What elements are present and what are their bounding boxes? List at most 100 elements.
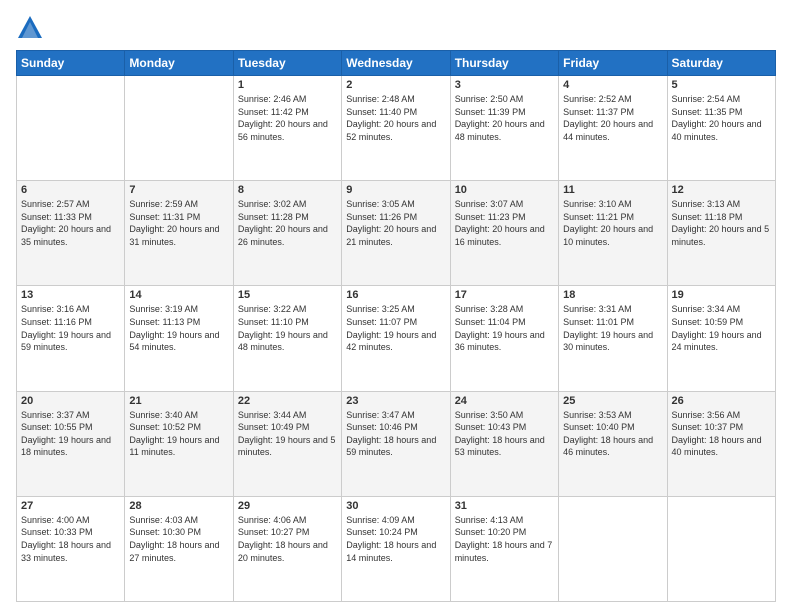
calendar-cell: 5 Sunrise: 2:54 AM Sunset: 11:35 PM Dayli… [667, 76, 775, 181]
day-info: Sunrise: 4:13 AM Sunset: 10:20 PM Daylig… [455, 514, 554, 564]
day-number: 7 [129, 184, 228, 196]
calendar-week-row: 6 Sunrise: 2:57 AM Sunset: 11:33 PM Dayli… [17, 181, 776, 286]
calendar-cell: 28Sunrise: 4:03 AM Sunset: 10:30 PM Dayl… [125, 496, 233, 601]
day-info: Sunrise: 3:44 AM Sunset: 10:49 PM Daylig… [238, 409, 337, 459]
day-number: 17 [455, 289, 554, 301]
day-number: 2 [346, 79, 445, 91]
day-info: Sunrise: 3:50 AM Sunset: 10:43 PM Daylig… [455, 409, 554, 459]
day-info: Sunrise: 2:59 AM Sunset: 11:31 PM Daylig… [129, 198, 228, 248]
calendar-day-header: Tuesday [233, 51, 341, 76]
day-info: Sunrise: 3:13 AM Sunset: 11:18 PM Daylig… [672, 198, 771, 248]
day-info: Sunrise: 3:05 AM Sunset: 11:26 PM Daylig… [346, 198, 445, 248]
day-number: 3 [455, 79, 554, 91]
header [16, 14, 776, 42]
calendar-cell: 1 Sunrise: 2:46 AM Sunset: 11:42 PM Dayli… [233, 76, 341, 181]
day-number: 1 [238, 79, 337, 91]
day-info: Sunrise: 3:47 AM Sunset: 10:46 PM Daylig… [346, 409, 445, 459]
calendar-cell: 22 Sunrise: 3:44 AM Sunset: 10:49 PM Dayl… [233, 391, 341, 496]
day-info: Sunrise: 2:46 AM Sunset: 11:42 PM Daylig… [238, 93, 337, 143]
day-info: Sunrise: 3:56 AM Sunset: 10:37 PM Daylig… [672, 409, 771, 459]
day-info: Sunrise: 4:00 AM Sunset: 10:33 PM Daylig… [21, 514, 120, 564]
day-info: Sunrise: 3:40 AM Sunset: 10:52 PM Daylig… [129, 409, 228, 459]
calendar-cell: 7 Sunrise: 2:59 AM Sunset: 11:31 PM Dayli… [125, 181, 233, 286]
calendar-cell: 10 Sunrise: 3:07 AM Sunset: 11:23 PM Dayl… [450, 181, 558, 286]
day-info: Sunrise: 3:16 AM Sunset: 11:16 PM Daylig… [21, 303, 120, 353]
calendar-day-header: Thursday [450, 51, 558, 76]
calendar-cell: 13 Sunrise: 3:16 AM Sunset: 11:16 PM Dayl… [17, 286, 125, 391]
day-number: 14 [129, 289, 228, 301]
calendar-week-row: 13 Sunrise: 3:16 AM Sunset: 11:16 PM Dayl… [17, 286, 776, 391]
calendar-cell: 3Sunrise: 2:50 AM Sunset: 11:39 PM Dayli… [450, 76, 558, 181]
day-number: 21 [129, 395, 228, 407]
logo [16, 14, 48, 42]
calendar-cell: 20 Sunrise: 3:37 AM Sunset: 10:55 PM Dayl… [17, 391, 125, 496]
calendar-cell: 17 Sunrise: 3:28 AM Sunset: 11:04 PM Dayl… [450, 286, 558, 391]
calendar-day-header: Monday [125, 51, 233, 76]
day-info: Sunrise: 3:07 AM Sunset: 11:23 PM Daylig… [455, 198, 554, 248]
calendar-cell: 18 Sunrise: 3:31 AM Sunset: 11:01 PM Dayl… [559, 286, 667, 391]
day-info: Sunrise: 3:37 AM Sunset: 10:55 PM Daylig… [21, 409, 120, 459]
day-number: 4 [563, 79, 662, 91]
day-info: Sunrise: 2:57 AM Sunset: 11:33 PM Daylig… [21, 198, 120, 248]
calendar-cell: 16 Sunrise: 3:25 AM Sunset: 11:07 PM Dayl… [342, 286, 450, 391]
calendar-cell: 8Sunrise: 3:02 AM Sunset: 11:28 PM Dayli… [233, 181, 341, 286]
day-number: 22 [238, 395, 337, 407]
day-number: 31 [455, 500, 554, 512]
day-number: 12 [672, 184, 771, 196]
calendar-day-header: Friday [559, 51, 667, 76]
calendar-cell: 30Sunrise: 4:09 AM Sunset: 10:24 PM Dayl… [342, 496, 450, 601]
day-info: Sunrise: 3:10 AM Sunset: 11:21 PM Daylig… [563, 198, 662, 248]
calendar-cell: 6 Sunrise: 2:57 AM Sunset: 11:33 PM Dayli… [17, 181, 125, 286]
calendar-cell: 24 Sunrise: 3:50 AM Sunset: 10:43 PM Dayl… [450, 391, 558, 496]
calendar-header-row: SundayMondayTuesdayWednesdayThursdayFrid… [17, 51, 776, 76]
calendar-cell: 26Sunrise: 3:56 AM Sunset: 10:37 PM Dayl… [667, 391, 775, 496]
logo-icon [16, 14, 44, 42]
day-number: 16 [346, 289, 445, 301]
day-info: Sunrise: 3:22 AM Sunset: 11:10 PM Daylig… [238, 303, 337, 353]
day-number: 29 [238, 500, 337, 512]
calendar-cell: 27Sunrise: 4:00 AM Sunset: 10:33 PM Dayl… [17, 496, 125, 601]
calendar-day-header: Wednesday [342, 51, 450, 76]
day-info: Sunrise: 2:54 AM Sunset: 11:35 PM Daylig… [672, 93, 771, 143]
calendar-week-row: 1 Sunrise: 2:46 AM Sunset: 11:42 PM Dayli… [17, 76, 776, 181]
day-number: 10 [455, 184, 554, 196]
calendar-cell: 31 Sunrise: 4:13 AM Sunset: 10:20 PM Dayl… [450, 496, 558, 601]
calendar-cell: 23 Sunrise: 3:47 AM Sunset: 10:46 PM Dayl… [342, 391, 450, 496]
day-info: Sunrise: 3:25 AM Sunset: 11:07 PM Daylig… [346, 303, 445, 353]
day-number: 15 [238, 289, 337, 301]
calendar-day-header: Sunday [17, 51, 125, 76]
calendar-cell: 21 Sunrise: 3:40 AM Sunset: 10:52 PM Dayl… [125, 391, 233, 496]
calendar-cell [559, 496, 667, 601]
calendar-cell: 12 Sunrise: 3:13 AM Sunset: 11:18 PM Dayl… [667, 181, 775, 286]
day-number: 5 [672, 79, 771, 91]
day-info: Sunrise: 3:34 AM Sunset: 10:59 PM Daylig… [672, 303, 771, 353]
calendar-day-header: Saturday [667, 51, 775, 76]
calendar-week-row: 27Sunrise: 4:00 AM Sunset: 10:33 PM Dayl… [17, 496, 776, 601]
calendar-cell: 9Sunrise: 3:05 AM Sunset: 11:26 PM Dayli… [342, 181, 450, 286]
calendar-cell: 19Sunrise: 3:34 AM Sunset: 10:59 PM Dayl… [667, 286, 775, 391]
day-info: Sunrise: 3:28 AM Sunset: 11:04 PM Daylig… [455, 303, 554, 353]
day-number: 18 [563, 289, 662, 301]
day-info: Sunrise: 4:06 AM Sunset: 10:27 PM Daylig… [238, 514, 337, 564]
day-number: 30 [346, 500, 445, 512]
calendar-cell: 14Sunrise: 3:19 AM Sunset: 11:13 PM Dayl… [125, 286, 233, 391]
day-info: Sunrise: 3:53 AM Sunset: 10:40 PM Daylig… [563, 409, 662, 459]
page: SundayMondayTuesdayWednesdayThursdayFrid… [0, 0, 792, 612]
calendar-cell: 4Sunrise: 2:52 AM Sunset: 11:37 PM Dayli… [559, 76, 667, 181]
day-info: Sunrise: 4:03 AM Sunset: 10:30 PM Daylig… [129, 514, 228, 564]
day-info: Sunrise: 3:31 AM Sunset: 11:01 PM Daylig… [563, 303, 662, 353]
day-info: Sunrise: 3:02 AM Sunset: 11:28 PM Daylig… [238, 198, 337, 248]
calendar-cell: 25 Sunrise: 3:53 AM Sunset: 10:40 PM Dayl… [559, 391, 667, 496]
calendar-cell: 2 Sunrise: 2:48 AM Sunset: 11:40 PM Dayli… [342, 76, 450, 181]
day-number: 6 [21, 184, 120, 196]
day-number: 11 [563, 184, 662, 196]
calendar-cell [17, 76, 125, 181]
day-number: 23 [346, 395, 445, 407]
day-number: 25 [563, 395, 662, 407]
day-info: Sunrise: 2:48 AM Sunset: 11:40 PM Daylig… [346, 93, 445, 143]
day-number: 20 [21, 395, 120, 407]
calendar-week-row: 20 Sunrise: 3:37 AM Sunset: 10:55 PM Dayl… [17, 391, 776, 496]
calendar-cell: 11 Sunrise: 3:10 AM Sunset: 11:21 PM Dayl… [559, 181, 667, 286]
day-number: 13 [21, 289, 120, 301]
day-number: 24 [455, 395, 554, 407]
